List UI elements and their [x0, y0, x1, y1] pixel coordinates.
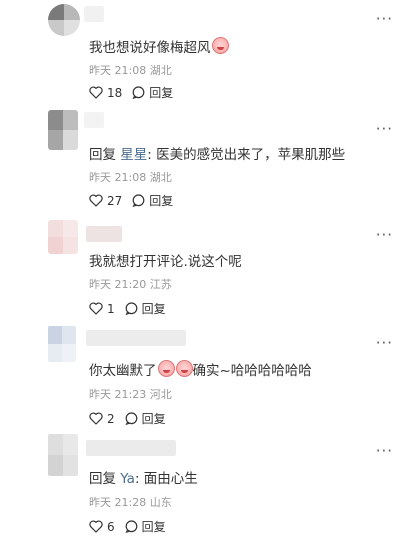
username-blurred[interactable] [86, 226, 122, 242]
like-count: 2 [107, 411, 115, 426]
comment-content: : 面由心生 [134, 471, 198, 487]
reply-prefix: 回复 [89, 147, 121, 163]
comment-meta: 昨天 21:08 湖北 [89, 62, 172, 78]
avatar[interactable] [48, 434, 78, 476]
comment-time: 昨天 21:20 [89, 278, 147, 291]
comment-bubble-icon[interactable] [125, 520, 138, 533]
comment-location: 山东 [149, 496, 172, 509]
comment-time: 昨天 21:08 [89, 171, 147, 184]
reply-to-user[interactable]: Ya [120, 471, 135, 487]
comment-actions: 27 回复 [89, 192, 173, 209]
more-icon[interactable]: ··· [376, 228, 393, 243]
like-count: 6 [107, 519, 115, 534]
comment-content: 我就想打开评论.说这个呢 [89, 254, 242, 270]
comment-location: 湖北 [149, 64, 172, 77]
more-icon[interactable]: ··· [376, 122, 393, 137]
comment-text: 你太幽默了 确实~哈哈哈哈哈哈 [89, 359, 312, 379]
comment-bubble-icon[interactable] [132, 194, 145, 207]
reply-button[interactable]: 回复 [142, 410, 166, 427]
username-blurred[interactable] [86, 440, 176, 456]
comment-bubble-icon[interactable] [132, 86, 145, 99]
comment-bubble-icon[interactable] [125, 412, 138, 425]
heart-icon[interactable] [89, 520, 103, 533]
heart-icon[interactable] [89, 302, 103, 315]
comment-content: : 医美的感觉出来了，苹果肌那些 [147, 147, 346, 163]
laughing-crying-emoji-icon [157, 360, 175, 377]
laughing-crying-emoji-icon [211, 37, 229, 54]
reply-to-user[interactable]: 星星 [120, 147, 147, 163]
like-count: 27 [107, 193, 123, 208]
reply-prefix: 回复 [89, 471, 121, 487]
comment-actions: 1 回复 [89, 300, 166, 317]
more-icon[interactable]: ··· [376, 444, 393, 459]
more-icon[interactable]: ··· [376, 336, 393, 351]
comment-time: 昨天 21:23 [89, 388, 147, 401]
comment-actions: 2 回复 [89, 410, 166, 427]
heart-icon[interactable] [89, 86, 103, 99]
reply-button[interactable]: 回复 [142, 300, 166, 317]
comment-text: 我也想说好像梅超风 [89, 36, 229, 56]
reply-button[interactable]: 回复 [149, 84, 173, 101]
comment-meta: 昨天 21:28 山东 [89, 494, 172, 510]
comment-content-continued: 确实~哈哈哈哈哈哈 [192, 363, 312, 379]
more-icon[interactable]: ··· [376, 12, 393, 27]
comment-meta: 昨天 21:20 江苏 [89, 276, 172, 292]
username-blurred[interactable] [86, 330, 186, 346]
comment-content: 你太幽默了 [89, 363, 157, 379]
heart-icon[interactable] [89, 194, 103, 207]
comment-content: 我也想说好像梅超风 [89, 40, 211, 56]
like-count: 18 [107, 85, 123, 100]
reply-button[interactable]: 回复 [142, 518, 166, 535]
avatar[interactable] [48, 4, 80, 36]
avatar[interactable] [48, 110, 78, 150]
comment-location: 河北 [149, 388, 172, 401]
comment-time: 昨天 21:28 [89, 496, 147, 509]
reply-button[interactable]: 回复 [149, 192, 173, 209]
comment-actions: 6 回复 [89, 518, 166, 535]
comment-actions: 18 回复 [89, 84, 173, 101]
comment-meta: 昨天 21:08 湖北 [89, 169, 172, 185]
username-blurred[interactable] [84, 112, 104, 128]
username-blurred[interactable] [84, 6, 104, 22]
avatar[interactable] [48, 220, 78, 254]
comment-text: 回复 星星: 医美的感觉出来了，苹果肌那些 [89, 143, 345, 163]
comment-location: 湖北 [149, 171, 172, 184]
comment-meta: 昨天 21:23 河北 [89, 386, 172, 402]
like-count: 1 [107, 301, 115, 316]
heart-icon[interactable] [89, 412, 103, 425]
comment-location: 江苏 [149, 278, 172, 291]
comment-text: 我就想打开评论.说这个呢 [89, 250, 242, 270]
avatar[interactable] [48, 326, 76, 362]
comment-text: 回复 Ya: 面由心生 [89, 467, 198, 487]
laughing-crying-emoji-icon [175, 360, 193, 377]
comment-time: 昨天 21:08 [89, 64, 147, 77]
comment-bubble-icon[interactable] [125, 302, 138, 315]
